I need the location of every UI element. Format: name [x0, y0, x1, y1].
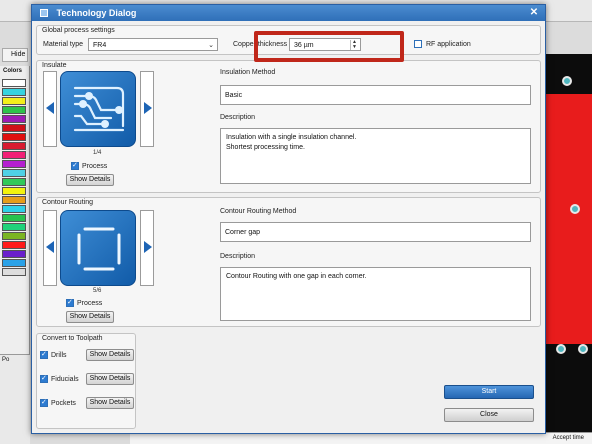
color-swatch[interactable]	[2, 187, 26, 195]
contour-next-button[interactable]	[140, 210, 154, 286]
pcb-pad	[578, 344, 588, 354]
drills-show-details-button[interactable]: Show Details	[86, 349, 134, 361]
insulate-process-label: Process	[82, 163, 108, 170]
bottom-status-text: Accept time	[552, 435, 584, 441]
insulate-description-label: Description	[220, 114, 256, 121]
contour-description-label: Description	[220, 253, 256, 260]
pcb-pad	[556, 344, 566, 354]
contour-description-box: Contour Routing with one gap in each cor…	[220, 267, 531, 321]
arrow-left-icon	[46, 241, 54, 253]
contour-preview-image	[60, 210, 136, 286]
pcb-copper-area	[540, 94, 592, 344]
fiducials-label: Fiducials	[51, 376, 79, 383]
insulate-group: Insulate 1/4 Process Sh	[36, 60, 541, 193]
fiducials-show-details-button[interactable]: Show Details	[86, 373, 134, 385]
contour-process-checkbox[interactable]	[66, 298, 74, 307]
insulate-description-box: Insulation with a single insulation chan…	[220, 128, 531, 184]
pockets-checkbox[interactable]	[40, 398, 48, 407]
color-swatch[interactable]	[2, 214, 26, 222]
color-swatch[interactable]	[2, 115, 26, 123]
hide-button[interactable]: Hide	[2, 48, 28, 62]
colors-panel-title: Colors	[3, 68, 23, 74]
color-swatch[interactable]	[2, 79, 26, 87]
material-type-select[interactable]: FR4 ⌄	[88, 38, 218, 51]
insulate-prev-button[interactable]	[43, 71, 57, 147]
contour-prev-button[interactable]	[43, 210, 57, 286]
drills-label: Drills	[51, 352, 67, 359]
rf-application-label: RF application	[426, 41, 471, 48]
color-swatch[interactable]	[2, 124, 26, 132]
color-swatch[interactable]	[2, 142, 26, 150]
insulation-circuit-icon	[73, 86, 125, 132]
bottom-left-label: Po	[2, 357, 10, 363]
pockets-show-details-button[interactable]: Show Details	[86, 397, 134, 409]
chevron-down-icon: ⌄	[208, 42, 214, 49]
arrow-right-icon	[144, 241, 152, 253]
color-swatch[interactable]	[2, 151, 26, 159]
drills-checkbox[interactable]	[40, 350, 48, 359]
contour-routing-method-field[interactable]: Corner gap	[220, 222, 531, 242]
color-swatch[interactable]	[2, 196, 26, 204]
color-swatch[interactable]	[2, 169, 26, 177]
insulate-description-line: Insulation with a single insulation chan…	[226, 134, 357, 141]
dialog-title: Technology Dialog	[56, 8, 137, 18]
app-icon	[40, 9, 48, 17]
color-swatch-list	[0, 79, 29, 276]
bottom-left-panel: Po	[0, 354, 30, 444]
material-type-label: Material type	[43, 41, 84, 48]
pockets-label: Pockets	[51, 400, 76, 407]
color-swatch[interactable]	[2, 259, 26, 267]
fiducials-checkbox[interactable]	[40, 374, 48, 383]
global-settings-title: Global process settings	[42, 27, 115, 34]
insulate-counter: 1/4	[93, 150, 102, 156]
pcb-pad	[562, 76, 572, 86]
start-button[interactable]: Start	[444, 385, 534, 399]
color-swatch[interactable]	[2, 133, 26, 141]
contour-routing-method-label: Contour Routing Method	[220, 208, 297, 215]
arrow-left-icon	[46, 102, 54, 114]
rf-application-checkbox[interactable]	[414, 40, 422, 48]
arrow-right-icon	[144, 102, 152, 114]
color-swatch[interactable]	[2, 268, 26, 276]
color-swatch[interactable]	[2, 223, 26, 231]
insulate-preview-image	[60, 71, 136, 147]
contour-process-label: Process	[77, 300, 103, 307]
convert-toolpath-group: Convert to Toolpath Drills Show Details …	[36, 333, 136, 429]
pcb-canvas[interactable]	[540, 54, 592, 434]
color-swatch[interactable]	[2, 232, 26, 240]
color-swatch[interactable]	[2, 97, 26, 105]
color-swatch[interactable]	[2, 205, 26, 213]
color-swatch[interactable]	[2, 250, 26, 258]
color-swatch[interactable]	[2, 178, 26, 186]
colors-panel: Colors	[0, 66, 30, 354]
color-swatch[interactable]	[2, 160, 26, 168]
insulation-method-label: Insulation Method	[220, 69, 276, 76]
close-button[interactable]: Close	[444, 408, 534, 422]
insulate-next-button[interactable]	[140, 71, 154, 147]
pcb-pad	[570, 204, 580, 214]
material-type-value: FR4	[93, 42, 107, 49]
color-swatch[interactable]	[2, 241, 26, 249]
technology-dialog: Technology Dialog ✕ Global process setti…	[31, 4, 546, 434]
convert-toolpath-title: Convert to Toolpath	[42, 335, 103, 342]
color-swatch[interactable]	[2, 88, 26, 96]
insulate-title: Insulate	[42, 62, 67, 69]
contour-routing-title: Contour Routing	[42, 199, 93, 206]
color-swatch[interactable]	[2, 106, 26, 114]
contour-routing-group: Contour Routing 5/6 Process Show Details…	[36, 197, 541, 327]
copper-thickness-highlight-frame	[254, 31, 404, 62]
insulate-description-line: Shortest processing time.	[226, 144, 305, 151]
contour-show-details-button[interactable]: Show Details	[66, 311, 114, 323]
contour-counter: 5/6	[93, 288, 102, 294]
dialog-titlebar[interactable]: Technology Dialog ✕	[32, 5, 545, 21]
insulate-show-details-button[interactable]: Show Details	[66, 174, 114, 186]
insulate-process-checkbox[interactable]	[71, 161, 79, 170]
contour-description-line: Contour Routing with one gap in each cor…	[226, 273, 367, 280]
corner-gap-icon	[77, 227, 121, 271]
insulation-method-field[interactable]: Basic	[220, 85, 531, 105]
close-icon[interactable]: ✕	[527, 6, 541, 19]
